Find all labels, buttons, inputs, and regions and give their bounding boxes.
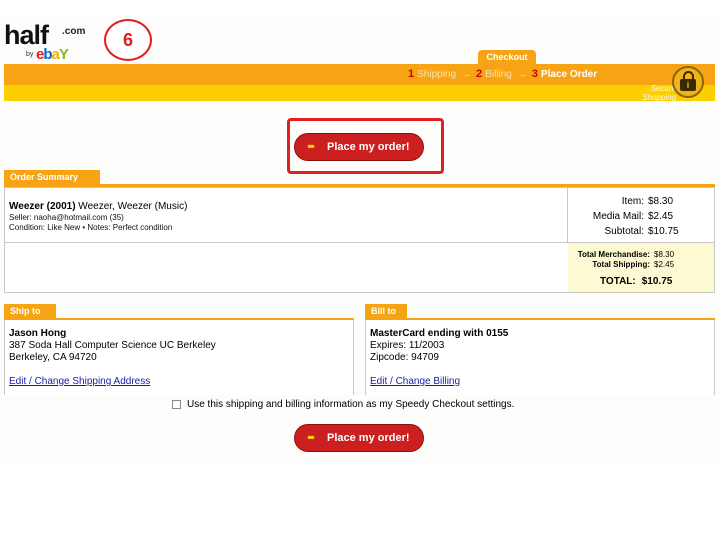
subtotal-row: Subtotal: $10.75 [604,226,679,237]
item-title: Weezer (2001) Weezer, Weezer (Music) [9,201,188,212]
edit-billing-link[interactable]: Edit / Change Billing [370,376,460,387]
bill-to-zipcode: Zipcode: 94709 [370,352,439,363]
secure-shopping-text: Secure Shopping [642,84,676,102]
step-billing-label: Billing [485,68,512,80]
step-1-number: 1 [408,68,415,80]
checkout-steps: 1 Shipping → 2 Billing → 3 Place Order [408,68,597,80]
order-summary-column-divider [567,187,568,242]
ship-to-address-line2: Berkeley, CA 94720 [9,352,97,363]
arrow-dots-icon: ••• [307,432,314,444]
order-summary-heading: Order Summary [4,170,100,184]
ship-to-name: Jason Hong [9,328,67,339]
bill-to-card: MasterCard ending with 0155 [370,328,509,339]
step-place-order-label: Place Order [540,68,598,80]
media-mail-row: Media Mail: $2.45 [592,211,674,222]
checkout-tab: Checkout [478,50,536,64]
step-arrow-icon: → [516,68,527,80]
step-arrow-icon: → [461,68,472,80]
bill-to-heading: Bill to [365,304,407,318]
ebay-logo: ebaY [36,46,69,63]
place-order-button-top[interactable]: ••• Place my order! [294,133,424,161]
place-order-label: Place my order! [327,432,410,444]
checkout-progress-bar [4,64,715,85]
speedy-checkout-option[interactable]: Use this shipping and billing informatio… [172,399,514,410]
total-merchandise-row: Total Merchandise: $8.30 [577,250,675,259]
place-order-label: Place my order! [327,141,410,153]
total-shipping-row: Total Shipping: $2.45 [592,260,675,269]
checkout-sub-bar [4,85,715,101]
place-order-button-bottom[interactable]: ••• Place my order! [294,424,424,452]
item-condition: Condition: Like New • Notes: Perfect con… [9,223,173,232]
logo-tld: .com [62,26,86,37]
step-shipping-label: Shipping [417,68,457,80]
step-2-number: 2 [476,68,483,80]
speedy-checkout-checkbox[interactable] [172,400,181,409]
ship-to-heading: Ship to [4,304,56,318]
half-com-logo[interactable]: half .com by ebaY [4,18,86,64]
edit-shipping-address-link[interactable]: Edit / Change Shipping Address [9,376,150,387]
arrow-dots-icon: ••• [307,141,314,153]
step-3-number: 3 [531,68,538,80]
logo-by: by [26,51,34,58]
padlock-icon: i [672,66,704,98]
bill-to-expires: Expires: 11/2003 [370,340,445,351]
item-price-row: Item: $8.30 [621,196,674,207]
item-seller: Seller: naoha@hotmail.com (35) [9,213,124,222]
step-number-badge: 6 [104,19,152,61]
speedy-checkout-label: Use this shipping and billing informatio… [187,399,515,410]
ship-to-address-line1: 387 Soda Hall Computer Science UC Berkel… [9,340,216,351]
grand-total-row: TOTAL: $10.75 [600,276,673,287]
